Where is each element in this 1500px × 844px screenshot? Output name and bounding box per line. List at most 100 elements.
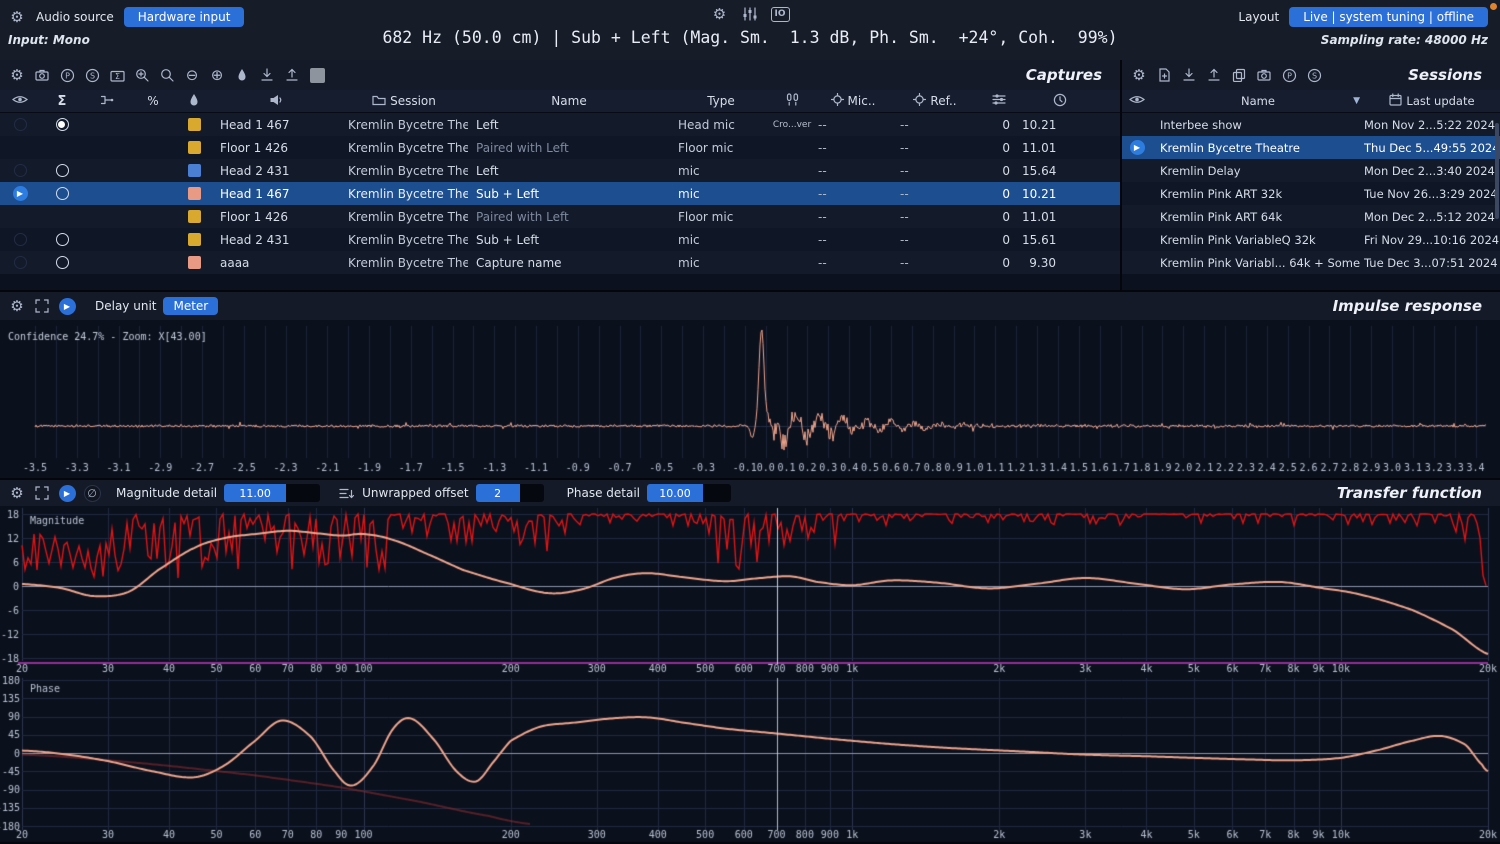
captures-header: Σ% SessionNameType Mic..Ref.. [0, 90, 1120, 113]
gain-column-header[interactable] [976, 90, 1022, 112]
play-indicator-icon[interactable]: ▶ [1130, 140, 1145, 155]
magnitude-chart[interactable] [0, 506, 1500, 676]
solo-radio[interactable] [56, 233, 69, 246]
capture-row[interactable]: Floor 1 426Kremlin Bycetre TheatrePaired… [0, 205, 1120, 228]
capture-row[interactable]: Head 1 467Kremlin Bycetre TheatreLeftHea… [0, 113, 1120, 136]
settings-icon[interactable]: ⚙ [8, 66, 26, 84]
inactive-circle-icon[interactable] [14, 164, 27, 177]
pair-column-header[interactable] [772, 90, 812, 112]
transfer-title: Transfer function [1337, 484, 1492, 502]
solo-radio[interactable] [56, 187, 69, 200]
settings-icon[interactable]: ⚙ [8, 297, 26, 315]
solo-radio[interactable] [56, 164, 69, 177]
polarity-toggle-button[interactable]: ∅ [83, 484, 101, 502]
fullscreen-icon[interactable] [33, 484, 51, 502]
brush-icon[interactable] [233, 66, 251, 84]
zoom-fit-icon[interactable] [133, 66, 151, 84]
capture-row[interactable]: aaaaKremlin Bycetre TheatreCapture namem… [0, 251, 1120, 274]
sum-snapshot-icon[interactable]: Σ [108, 66, 126, 84]
session-column-header[interactable]: Session [340, 90, 468, 112]
zoom-in-icon[interactable]: ⊕ [208, 66, 226, 84]
session-row[interactable]: ▶Kremlin Bycetre TheatreThu Dec 5...49:5… [1122, 136, 1500, 159]
filler-column-header[interactable] [1098, 90, 1120, 112]
layout-label[interactable]: Layout [1238, 10, 1279, 24]
snapshot-icon[interactable] [33, 66, 51, 84]
p-badge-icon[interactable]: P [1280, 66, 1298, 84]
capture-color-swatch[interactable] [188, 141, 201, 154]
settings-icon[interactable]: ⚙ [8, 484, 26, 502]
solo-radio[interactable] [56, 256, 69, 269]
new-session-icon[interactable] [1155, 66, 1173, 84]
delay-unit-meter-button[interactable]: Meter [163, 297, 218, 315]
s-badge-icon[interactable]: S [83, 66, 101, 84]
impulse-response-chart[interactable] [0, 320, 1500, 478]
delay-column-header[interactable] [1022, 90, 1098, 112]
sort-icon[interactable]: ▼ [1353, 96, 1360, 106]
inactive-circle-icon[interactable] [14, 118, 27, 131]
capture-color-swatch[interactable] [188, 210, 201, 223]
live-toggle-button[interactable]: ▶ [58, 297, 76, 315]
session-row[interactable]: Kremlin Pink VariableQ 32kFri Nov 29...1… [1122, 228, 1500, 251]
export-icon[interactable] [1205, 66, 1223, 84]
import-icon[interactable] [258, 66, 276, 84]
color-column-header[interactable] [176, 90, 212, 112]
name-column-header[interactable]: Name [468, 90, 670, 112]
magnitude-detail-input[interactable]: 11.00 [224, 484, 320, 502]
micpair-icon [785, 93, 800, 109]
settings-icon[interactable]: ⚙ [1130, 66, 1148, 84]
group-column-header[interactable] [84, 90, 130, 112]
fullscreen-icon[interactable] [33, 297, 51, 315]
export-icon[interactable] [283, 66, 301, 84]
type-column-header[interactable]: Type [670, 90, 772, 112]
sessions-toolbar-icons: ⚙ PS [1130, 66, 1323, 84]
capture-row[interactable]: Floor 1 426Kremlin Bycetre TheatrePaired… [0, 136, 1120, 159]
session-row[interactable]: Kremlin Pink ART 32kTue Nov 26...3:29 20… [1122, 182, 1500, 205]
unwrap-mode-icon[interactable] [337, 484, 355, 502]
live-toggle-button[interactable]: ▶ [58, 484, 76, 502]
last-update-column-header[interactable]: Last update [1364, 90, 1500, 112]
levels-icon[interactable] [741, 5, 759, 23]
s-badge-icon[interactable]: S [1305, 66, 1323, 84]
inactive-circle-icon[interactable] [14, 256, 27, 269]
capture-row[interactable]: Head 2 431Kremlin Bycetre TheatreSub + L… [0, 228, 1120, 251]
capture-color-swatch[interactable] [188, 118, 201, 131]
capture-name: Paired with Left [468, 141, 670, 155]
visibility-column-header[interactable] [1122, 90, 1152, 112]
session-name: Kremlin Delay [1152, 164, 1364, 178]
color-cell [176, 210, 212, 223]
source-column-header[interactable] [212, 90, 340, 112]
io-icon[interactable]: IO [771, 5, 790, 23]
capture-color-swatch[interactable] [188, 164, 201, 177]
phase-chart[interactable] [0, 676, 1500, 844]
ref-column-header[interactable]: Ref.. [894, 90, 976, 112]
search-icon[interactable] [158, 66, 176, 84]
session-row[interactable]: Kremlin DelayMon Dec 2...3:40 2024 [1122, 159, 1500, 182]
inactive-circle-icon[interactable] [14, 233, 27, 246]
zoom-out-icon[interactable]: ⊖ [183, 66, 201, 84]
capture-row[interactable]: ▶Head 1 467Kremlin Bycetre TheatreSub + … [0, 182, 1120, 205]
sessions-scrollbar[interactable] [1495, 123, 1499, 219]
capture-row[interactable]: Head 2 431Kremlin Bycetre TheatreLeftmic… [0, 159, 1120, 182]
capture-color-swatch[interactable] [188, 233, 201, 246]
session-row[interactable]: Kremlin Pink ART 64kMon Dec 2...5:12 202… [1122, 205, 1500, 228]
unwrapped-offset-input[interactable]: 2 [476, 484, 544, 502]
capture-color-swatch[interactable] [188, 256, 201, 269]
play-indicator-icon[interactable]: ▶ [13, 186, 28, 201]
color-swatch-icon[interactable] [308, 66, 326, 84]
mic-column-header[interactable]: Mic.. [812, 90, 894, 112]
session-row[interactable]: Interbee showMon Nov 2...5:22 2024 [1122, 113, 1500, 136]
import-icon[interactable] [1180, 66, 1198, 84]
capture-color-swatch[interactable] [188, 187, 201, 200]
p-badge-icon[interactable]: P [58, 66, 76, 84]
snapshot-icon[interactable] [1255, 66, 1273, 84]
solo-radio[interactable] [56, 118, 69, 131]
visibility-column-header[interactable] [0, 90, 40, 112]
phase-detail-input[interactable]: 10.00 [647, 484, 731, 502]
sum-column-header[interactable]: Σ [40, 90, 84, 112]
name-column-header[interactable]: Name▼ [1152, 90, 1364, 112]
mode-button[interactable]: Live | system tuning | offline [1289, 7, 1488, 27]
session-row[interactable]: Kremlin Pink Variabl... 64k + Some comme… [1122, 251, 1500, 274]
duplicate-icon[interactable] [1230, 66, 1248, 84]
mix-column-header[interactable]: % [130, 90, 176, 112]
measurement-settings-icon[interactable]: ⚙ [711, 5, 729, 23]
